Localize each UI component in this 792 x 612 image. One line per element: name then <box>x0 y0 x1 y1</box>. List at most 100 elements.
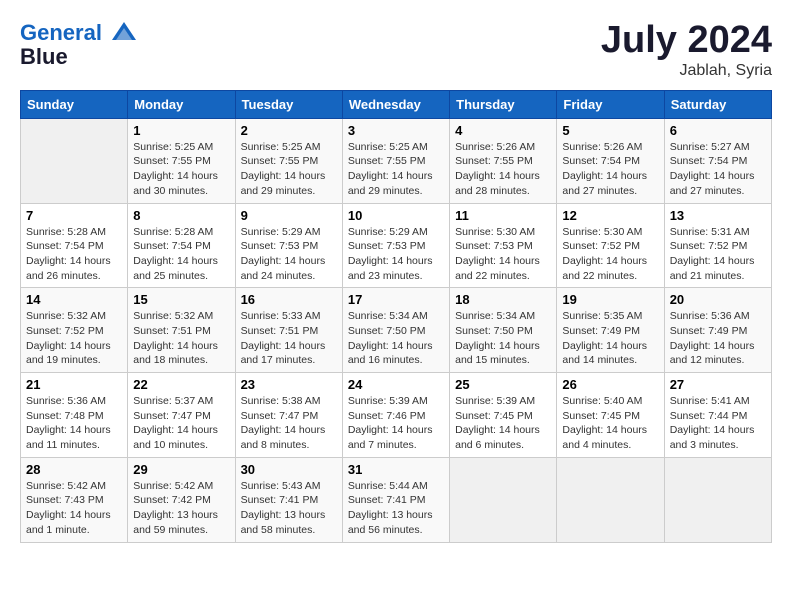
calendar-cell: 30 Sunrise: 5:43 AMSunset: 7:41 PMDayligh… <box>235 457 342 542</box>
day-number: 13 <box>670 208 766 223</box>
header-monday: Monday <box>128 90 235 118</box>
day-info: Sunrise: 5:28 AMSunset: 7:54 PMDaylight:… <box>26 225 122 284</box>
day-number: 18 <box>455 292 551 307</box>
day-info: Sunrise: 5:41 AMSunset: 7:44 PMDaylight:… <box>670 394 766 453</box>
location: Jablah, Syria <box>601 62 772 80</box>
calendar-cell <box>21 118 128 203</box>
day-number: 21 <box>26 377 122 392</box>
calendar-cell: 20 Sunrise: 5:36 AMSunset: 7:49 PMDayligh… <box>664 288 771 373</box>
day-number: 7 <box>26 208 122 223</box>
day-info: Sunrise: 5:43 AMSunset: 7:41 PMDaylight:… <box>241 479 337 538</box>
day-info: Sunrise: 5:42 AMSunset: 7:43 PMDaylight:… <box>26 479 122 538</box>
day-info: Sunrise: 5:30 AMSunset: 7:53 PMDaylight:… <box>455 225 551 284</box>
calendar-table: SundayMondayTuesdayWednesdayThursdayFrid… <box>20 90 772 543</box>
day-number: 14 <box>26 292 122 307</box>
day-number: 12 <box>562 208 658 223</box>
day-number: 17 <box>348 292 444 307</box>
day-number: 4 <box>455 123 551 138</box>
calendar-cell <box>557 457 664 542</box>
calendar-cell: 28 Sunrise: 5:42 AMSunset: 7:43 PMDayligh… <box>21 457 128 542</box>
calendar-cell <box>664 457 771 542</box>
day-info: Sunrise: 5:29 AMSunset: 7:53 PMDaylight:… <box>241 225 337 284</box>
header-thursday: Thursday <box>450 90 557 118</box>
calendar-cell: 18 Sunrise: 5:34 AMSunset: 7:50 PMDayligh… <box>450 288 557 373</box>
calendar-cell: 12 Sunrise: 5:30 AMSunset: 7:52 PMDayligh… <box>557 203 664 288</box>
day-number: 19 <box>562 292 658 307</box>
calendar-cell: 27 Sunrise: 5:41 AMSunset: 7:44 PMDayligh… <box>664 373 771 458</box>
day-number: 26 <box>562 377 658 392</box>
calendar-cell: 29 Sunrise: 5:42 AMSunset: 7:42 PMDayligh… <box>128 457 235 542</box>
day-info: Sunrise: 5:27 AMSunset: 7:54 PMDaylight:… <box>670 140 766 199</box>
day-info: Sunrise: 5:29 AMSunset: 7:53 PMDaylight:… <box>348 225 444 284</box>
calendar-cell: 4 Sunrise: 5:26 AMSunset: 7:55 PMDaylight… <box>450 118 557 203</box>
logo-icon <box>110 20 138 48</box>
calendar-cell: 23 Sunrise: 5:38 AMSunset: 7:47 PMDayligh… <box>235 373 342 458</box>
day-number: 20 <box>670 292 766 307</box>
calendar-cell: 3Sunrise: 5:25 AMSunset: 7:55 PMDaylight… <box>342 118 449 203</box>
day-info: Sunrise: 5:37 AMSunset: 7:47 PMDaylight:… <box>133 394 229 453</box>
week-row-4: 21 Sunrise: 5:36 AMSunset: 7:48 PMDayligh… <box>21 373 772 458</box>
week-row-3: 14 Sunrise: 5:32 AMSunset: 7:52 PMDayligh… <box>21 288 772 373</box>
day-number: 28 <box>26 462 122 477</box>
day-info: Sunrise: 5:25 AMSunset: 7:55 PMDaylight:… <box>133 140 229 199</box>
header-sunday: Sunday <box>21 90 128 118</box>
day-number: 29 <box>133 462 229 477</box>
day-number: 10 <box>348 208 444 223</box>
day-info: Sunrise: 5:36 AMSunset: 7:49 PMDaylight:… <box>670 309 766 368</box>
day-number: 22 <box>133 377 229 392</box>
calendar-cell: 25Sunrise: 5:39 AMSunset: 7:45 PMDayligh… <box>450 373 557 458</box>
calendar-cell: 11 Sunrise: 5:30 AMSunset: 7:53 PMDayligh… <box>450 203 557 288</box>
calendar-cell: 5 Sunrise: 5:26 AMSunset: 7:54 PMDaylight… <box>557 118 664 203</box>
day-number: 27 <box>670 377 766 392</box>
week-row-2: 7 Sunrise: 5:28 AMSunset: 7:54 PMDaylight… <box>21 203 772 288</box>
calendar-cell: 6 Sunrise: 5:27 AMSunset: 7:54 PMDaylight… <box>664 118 771 203</box>
day-info: Sunrise: 5:44 AMSunset: 7:41 PMDaylight:… <box>348 479 444 538</box>
day-info: Sunrise: 5:26 AMSunset: 7:55 PMDaylight:… <box>455 140 551 199</box>
day-info: Sunrise: 5:38 AMSunset: 7:47 PMDaylight:… <box>241 394 337 453</box>
day-info: Sunrise: 5:39 AMSunset: 7:46 PMDaylight:… <box>348 394 444 453</box>
day-info: Sunrise: 5:30 AMSunset: 7:52 PMDaylight:… <box>562 225 658 284</box>
header-friday: Friday <box>557 90 664 118</box>
calendar-cell: 9 Sunrise: 5:29 AMSunset: 7:53 PMDaylight… <box>235 203 342 288</box>
calendar-cell: 10 Sunrise: 5:29 AMSunset: 7:53 PMDayligh… <box>342 203 449 288</box>
calendar-cell: 19 Sunrise: 5:35 AMSunset: 7:49 PMDayligh… <box>557 288 664 373</box>
day-number: 16 <box>241 292 337 307</box>
calendar-cell: 22 Sunrise: 5:37 AMSunset: 7:47 PMDayligh… <box>128 373 235 458</box>
day-info: Sunrise: 5:36 AMSunset: 7:48 PMDaylight:… <box>26 394 122 453</box>
header-wednesday: Wednesday <box>342 90 449 118</box>
day-number: 23 <box>241 377 337 392</box>
day-info: Sunrise: 5:34 AMSunset: 7:50 PMDaylight:… <box>348 309 444 368</box>
title-block: July 2024 Jablah, Syria <box>601 20 772 80</box>
calendar-cell <box>450 457 557 542</box>
calendar-cell: 16 Sunrise: 5:33 AMSunset: 7:51 PMDayligh… <box>235 288 342 373</box>
day-info: Sunrise: 5:34 AMSunset: 7:50 PMDaylight:… <box>455 309 551 368</box>
day-number: 11 <box>455 208 551 223</box>
logo: General Blue <box>20 20 140 70</box>
calendar-cell: 21 Sunrise: 5:36 AMSunset: 7:48 PMDayligh… <box>21 373 128 458</box>
page-header: General Blue July 2024 Jablah, Syria <box>20 20 772 80</box>
calendar-cell: 1Sunrise: 5:25 AMSunset: 7:55 PMDaylight… <box>128 118 235 203</box>
day-info: Sunrise: 5:35 AMSunset: 7:49 PMDaylight:… <box>562 309 658 368</box>
day-number: 5 <box>562 123 658 138</box>
calendar-cell: 8Sunrise: 5:28 AMSunset: 7:54 PMDaylight… <box>128 203 235 288</box>
week-row-5: 28 Sunrise: 5:42 AMSunset: 7:43 PMDayligh… <box>21 457 772 542</box>
day-number: 6 <box>670 123 766 138</box>
day-info: Sunrise: 5:31 AMSunset: 7:52 PMDaylight:… <box>670 225 766 284</box>
day-info: Sunrise: 5:40 AMSunset: 7:45 PMDaylight:… <box>562 394 658 453</box>
day-info: Sunrise: 5:32 AMSunset: 7:52 PMDaylight:… <box>26 309 122 368</box>
day-number: 15 <box>133 292 229 307</box>
day-info: Sunrise: 5:33 AMSunset: 7:51 PMDaylight:… <box>241 309 337 368</box>
day-number: 9 <box>241 208 337 223</box>
day-number: 3 <box>348 123 444 138</box>
calendar-cell: 26 Sunrise: 5:40 AMSunset: 7:45 PMDayligh… <box>557 373 664 458</box>
day-info: Sunrise: 5:42 AMSunset: 7:42 PMDaylight:… <box>133 479 229 538</box>
calendar-cell: 17 Sunrise: 5:34 AMSunset: 7:50 PMDayligh… <box>342 288 449 373</box>
day-number: 24 <box>348 377 444 392</box>
day-number: 30 <box>241 462 337 477</box>
day-info: Sunrise: 5:26 AMSunset: 7:54 PMDaylight:… <box>562 140 658 199</box>
day-info: Sunrise: 5:28 AMSunset: 7:54 PMDaylight:… <box>133 225 229 284</box>
day-info: Sunrise: 5:25 AMSunset: 7:55 PMDaylight:… <box>241 140 337 199</box>
header-tuesday: Tuesday <box>235 90 342 118</box>
day-number: 25 <box>455 377 551 392</box>
calendar-cell: 15Sunrise: 5:32 AMSunset: 7:51 PMDayligh… <box>128 288 235 373</box>
